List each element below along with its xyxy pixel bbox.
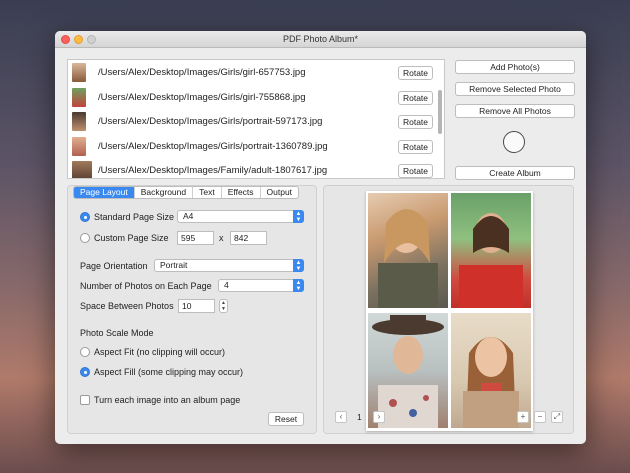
preview-photo — [368, 193, 448, 308]
previous-page-button[interactable]: ‹ — [335, 411, 347, 423]
custom-height-field[interactable]: 842 — [230, 231, 267, 245]
reset-button[interactable]: Reset — [268, 412, 304, 426]
photos-per-page-label: Number of Photos on Each Page — [80, 281, 212, 291]
photo-scale-mode-label: Photo Scale Mode — [80, 328, 154, 338]
photo-file-list[interactable]: /Users/Alex/Desktop/Images/Girls/girl-65… — [67, 59, 445, 179]
aspect-fill-label: Aspect Fill (some clipping may occur) — [94, 367, 244, 377]
file-row[interactable]: /Users/Alex/Desktop/Images/Family/adult-… — [68, 158, 444, 178]
photo-thumbnail — [72, 63, 86, 82]
photo-thumbnail — [72, 161, 92, 178]
page-orientation-value: Portrait — [160, 260, 188, 270]
photo-thumbnail — [72, 112, 86, 131]
window-title: PDF Photo Album* — [282, 34, 359, 44]
add-photos-button[interactable]: Add Photo(s) — [455, 60, 575, 74]
tab-background[interactable]: Background — [135, 187, 194, 198]
tab-effects[interactable]: Effects — [222, 187, 261, 198]
file-path: /Users/Alex/Desktop/Images/Girls/girl-75… — [98, 91, 306, 103]
aspect-fit-label: Aspect Fit (no clipping will occur) — [94, 347, 226, 357]
settings-tabs: Page Layout Background Text Effects Outp… — [73, 186, 300, 199]
custom-page-size-radio[interactable] — [80, 233, 90, 243]
album-page-label: Turn each image into an album page — [94, 395, 241, 405]
standard-page-size-label: Standard Page Size — [94, 212, 175, 222]
zoom-in-button[interactable]: + — [517, 411, 529, 423]
zoom-out-button[interactable]: − — [534, 411, 546, 423]
next-page-button[interactable]: › — [373, 411, 385, 423]
aspect-fill-radio[interactable] — [80, 367, 90, 377]
zoom-window-button[interactable] — [87, 35, 96, 44]
file-path: /Users/Alex/Desktop/Images/Girls/girl-65… — [98, 67, 306, 78]
page-orientation-select[interactable]: Portrait ▲ ▼ — [154, 259, 304, 272]
space-between-photos-label: Space Between Photos — [80, 301, 174, 311]
tab-page-layout[interactable]: Page Layout — [74, 187, 135, 198]
file-path: /Users/Alex/Desktop/Images/Family/adult-… — [98, 165, 328, 176]
photo-thumbnail — [72, 87, 86, 107]
standard-page-size-select[interactable]: A4 ▲ ▼ — [177, 210, 304, 223]
file-list-scrollbar[interactable] — [438, 90, 442, 134]
space-between-photos-stepper[interactable]: ▲ ▼ — [219, 299, 228, 313]
rotate-button[interactable]: Rotate — [398, 66, 433, 80]
album-page-preview — [366, 191, 533, 431]
progress-spinner-icon — [503, 131, 525, 153]
chevron-updown-icon: ▲ ▼ — [293, 259, 304, 272]
portrait-image — [378, 209, 438, 308]
minimize-window-button[interactable] — [74, 35, 83, 44]
fullscreen-icon[interactable]: ⤢ — [551, 411, 563, 423]
aspect-fit-radio[interactable] — [80, 347, 90, 357]
standard-page-size-radio[interactable] — [80, 212, 90, 222]
custom-size-separator: x — [219, 233, 224, 243]
custom-width-field[interactable]: 595 — [177, 231, 214, 245]
portrait-image — [459, 213, 523, 308]
photos-per-page-value: 4 — [224, 280, 229, 290]
file-row[interactable]: /Users/Alex/Desktop/Images/Girls/portrai… — [68, 134, 444, 159]
close-window-button[interactable] — [61, 35, 70, 44]
remove-selected-photo-button[interactable]: Remove Selected Photo — [455, 82, 575, 96]
page-orientation-label: Page Orientation — [80, 261, 148, 271]
create-album-button[interactable]: Create Album — [455, 166, 575, 180]
space-between-photos-field[interactable]: 10 — [178, 299, 215, 313]
file-path: /Users/Alex/Desktop/Images/Girls/portrai… — [98, 140, 328, 152]
rotate-button[interactable]: Rotate — [398, 139, 433, 154]
standard-page-size-value: A4 — [183, 211, 194, 221]
remove-all-photos-button[interactable]: Remove All Photos — [455, 104, 575, 118]
tab-output[interactable]: Output — [261, 187, 299, 198]
album-page-checkbox[interactable] — [80, 395, 90, 405]
page-number: 1 — [357, 412, 362, 422]
photos-per-page-select[interactable]: 4 ▲ ▼ — [218, 279, 304, 292]
file-path: /Users/Alex/Desktop/Images/Girls/portrai… — [98, 116, 323, 127]
photo-thumbnail — [72, 136, 86, 156]
preview-photo — [451, 193, 531, 308]
file-row[interactable]: /Users/Alex/Desktop/Images/Girls/girl-65… — [68, 60, 444, 85]
app-window: PDF Photo Album* /Users/Alex/Desktop/Ima… — [55, 31, 586, 444]
custom-page-size-label: Custom Page Size — [94, 233, 169, 243]
chevron-updown-icon: ▲ ▼ — [293, 279, 304, 292]
title-bar: PDF Photo Album* — [55, 31, 586, 48]
rotate-button[interactable]: Rotate — [398, 115, 433, 129]
rotate-button[interactable]: Rotate — [398, 164, 433, 178]
file-row[interactable]: /Users/Alex/Desktop/Images/Girls/portrai… — [68, 109, 444, 134]
chevron-updown-icon: ▲ ▼ — [293, 210, 304, 223]
file-row[interactable]: /Users/Alex/Desktop/Images/Girls/girl-75… — [68, 85, 444, 110]
tab-text[interactable]: Text — [193, 187, 222, 198]
rotate-button[interactable]: Rotate — [398, 90, 433, 105]
